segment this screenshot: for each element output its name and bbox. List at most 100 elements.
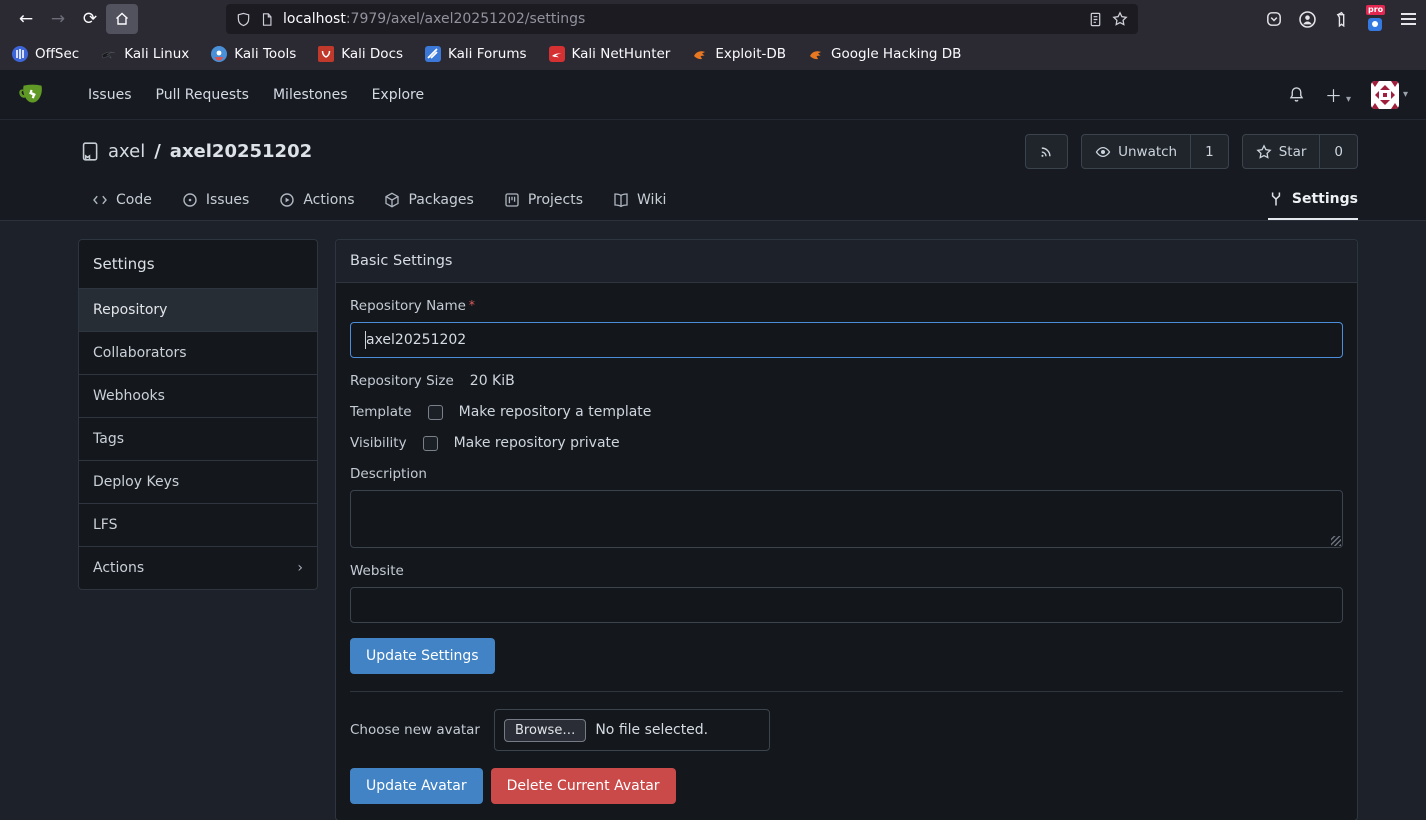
- choose-avatar-label: Choose new avatar: [350, 722, 480, 738]
- private-checkbox-label[interactable]: Make repository private: [454, 435, 620, 451]
- google-hacking-db-icon: [808, 46, 824, 62]
- resize-grip[interactable]: [1331, 536, 1341, 546]
- tab-packages[interactable]: Packages: [384, 179, 473, 220]
- proxy-extension-icon[interactable]: pro: [1364, 7, 1386, 31]
- tab-code[interactable]: Code: [92, 179, 152, 220]
- tab-projects[interactable]: Projects: [504, 179, 583, 220]
- no-file-text: No file selected.: [595, 722, 708, 738]
- repo-owner[interactable]: axel: [108, 141, 145, 162]
- sidebar-item-lfs[interactable]: LFS: [79, 504, 317, 547]
- description-textarea[interactable]: [350, 490, 1343, 548]
- url-text[interactable]: localhost:7979/axel/axel20251202/setting…: [283, 11, 1079, 27]
- repo-book-icon: [80, 142, 99, 161]
- text-cursor: [365, 331, 366, 349]
- template-checkbox-label[interactable]: Make repository a template: [459, 404, 652, 420]
- tab-settings[interactable]: Settings: [1268, 179, 1358, 220]
- settings-sidebar: Settings Repository Collaborators Webhoo…: [78, 239, 318, 590]
- menu-icon[interactable]: [1401, 13, 1416, 25]
- pocket-icon[interactable]: [1265, 10, 1283, 28]
- update-settings-button[interactable]: Update Settings: [350, 638, 495, 674]
- avatar-upload-row: Choose new avatar Browse… No file select…: [350, 709, 1343, 751]
- private-checkbox[interactable]: [423, 436, 438, 451]
- delete-avatar-button[interactable]: Delete Current Avatar: [491, 768, 676, 804]
- bookmark-kali-linux[interactable]: Kali Linux: [101, 46, 189, 62]
- bookmark-kali-tools[interactable]: Kali Tools: [211, 46, 296, 62]
- gitea-logo[interactable]: [18, 80, 48, 110]
- offsec-icon: [12, 46, 28, 62]
- package-icon: [384, 192, 400, 208]
- avatar-file-input[interactable]: Browse… No file selected.: [494, 709, 770, 751]
- nav-link-pull-requests[interactable]: Pull Requests: [144, 87, 261, 103]
- chevron-right-icon: ›: [297, 560, 303, 576]
- gitea-navbar: Issues Pull Requests Milestones Explore …: [0, 70, 1426, 120]
- reload-button[interactable]: ⟳: [74, 4, 106, 34]
- bookmark-kali-docs[interactable]: Kali Docs: [318, 46, 403, 62]
- repo-size-row: Repository Size 20 KiB: [350, 373, 1343, 389]
- account-icon[interactable]: [1298, 10, 1317, 29]
- actions-icon: [279, 192, 295, 208]
- panel-title: Basic Settings: [336, 240, 1357, 283]
- forward-button[interactable]: →: [42, 4, 74, 34]
- repo-tabs: Code Issues Actions Packages: [0, 179, 1426, 220]
- sidebar-item-collaborators[interactable]: Collaborators: [79, 332, 317, 375]
- url-bar[interactable]: localhost:7979/axel/axel20251202/setting…: [226, 4, 1138, 34]
- website-label: Website: [350, 563, 1343, 579]
- repo-size-label: Repository Size: [350, 373, 454, 389]
- tab-issues[interactable]: Issues: [182, 179, 250, 220]
- repo-title: axel / axel20251202: [80, 141, 312, 162]
- sidebar-item-deploy-keys[interactable]: Deploy Keys: [79, 461, 317, 504]
- create-new-button[interactable]: ＋▾: [1325, 82, 1351, 107]
- back-button[interactable]: ←: [10, 4, 42, 34]
- sidebar-item-webhooks[interactable]: Webhooks: [79, 375, 317, 418]
- bookmark-kali-nethunter[interactable]: Kali NetHunter: [549, 46, 671, 62]
- bookmark-kali-forums[interactable]: Kali Forums: [425, 46, 527, 62]
- nav-link-milestones[interactable]: Milestones: [261, 87, 360, 103]
- star-icon: [1256, 144, 1272, 160]
- template-label: Template: [350, 404, 412, 420]
- sidebar-title: Settings: [79, 240, 317, 289]
- description-label: Description: [350, 466, 1343, 482]
- repo-size-value: 20 KiB: [470, 373, 515, 389]
- tab-wiki[interactable]: Wiki: [613, 179, 666, 220]
- bookmark-exploit-db[interactable]: Exploit-DB: [692, 46, 786, 62]
- star-count[interactable]: 0: [1319, 135, 1357, 168]
- browse-button[interactable]: Browse…: [504, 719, 586, 742]
- url-path: :7979/axel/axel20251202/settings: [346, 11, 585, 27]
- visibility-row: Visibility Make repository private: [350, 435, 1343, 451]
- star-button[interactable]: Star: [1243, 135, 1320, 168]
- repo-name-input[interactable]: [350, 322, 1343, 358]
- unwatch-button[interactable]: Unwatch: [1082, 135, 1190, 168]
- kali-forums-icon: [425, 46, 441, 62]
- nav-link-explore[interactable]: Explore: [360, 87, 437, 103]
- wiki-icon: [613, 192, 629, 208]
- watch-count[interactable]: 1: [1190, 135, 1228, 168]
- rss-button[interactable]: [1025, 134, 1068, 169]
- required-asterisk: *: [469, 298, 475, 312]
- nav-link-issues[interactable]: Issues: [76, 87, 144, 103]
- url-host: localhost: [283, 11, 346, 27]
- repo-name[interactable]: axel20251202: [170, 141, 312, 162]
- repo-separator: /: [154, 141, 161, 162]
- bookmark-offsec[interactable]: OffSec: [12, 46, 79, 62]
- tab-actions[interactable]: Actions: [279, 179, 354, 220]
- template-checkbox[interactable]: [428, 405, 443, 420]
- page-info-icon[interactable]: [260, 12, 274, 27]
- notifications-bell-icon[interactable]: [1288, 86, 1305, 103]
- bookmark-star-icon[interactable]: [1112, 11, 1128, 27]
- rss-icon: [1039, 144, 1054, 159]
- visibility-label: Visibility: [350, 435, 407, 451]
- extension-icon[interactable]: [1332, 11, 1349, 28]
- update-avatar-button[interactable]: Update Avatar: [350, 768, 483, 804]
- shield-icon[interactable]: [236, 12, 251, 27]
- home-button[interactable]: [106, 4, 138, 34]
- sidebar-item-tags[interactable]: Tags: [79, 418, 317, 461]
- sidebar-item-actions[interactable]: Actions ›: [79, 547, 317, 589]
- website-input[interactable]: [350, 587, 1343, 623]
- bookmark-google-hacking-db[interactable]: Google Hacking DB: [808, 46, 961, 62]
- reader-view-icon[interactable]: [1088, 12, 1103, 27]
- user-menu[interactable]: ▾: [1371, 81, 1408, 109]
- settings-wrench-icon: [1268, 191, 1284, 207]
- sidebar-item-repository[interactable]: Repository: [79, 289, 317, 332]
- code-icon: [92, 192, 108, 208]
- watch-control: Unwatch 1: [1081, 134, 1229, 169]
